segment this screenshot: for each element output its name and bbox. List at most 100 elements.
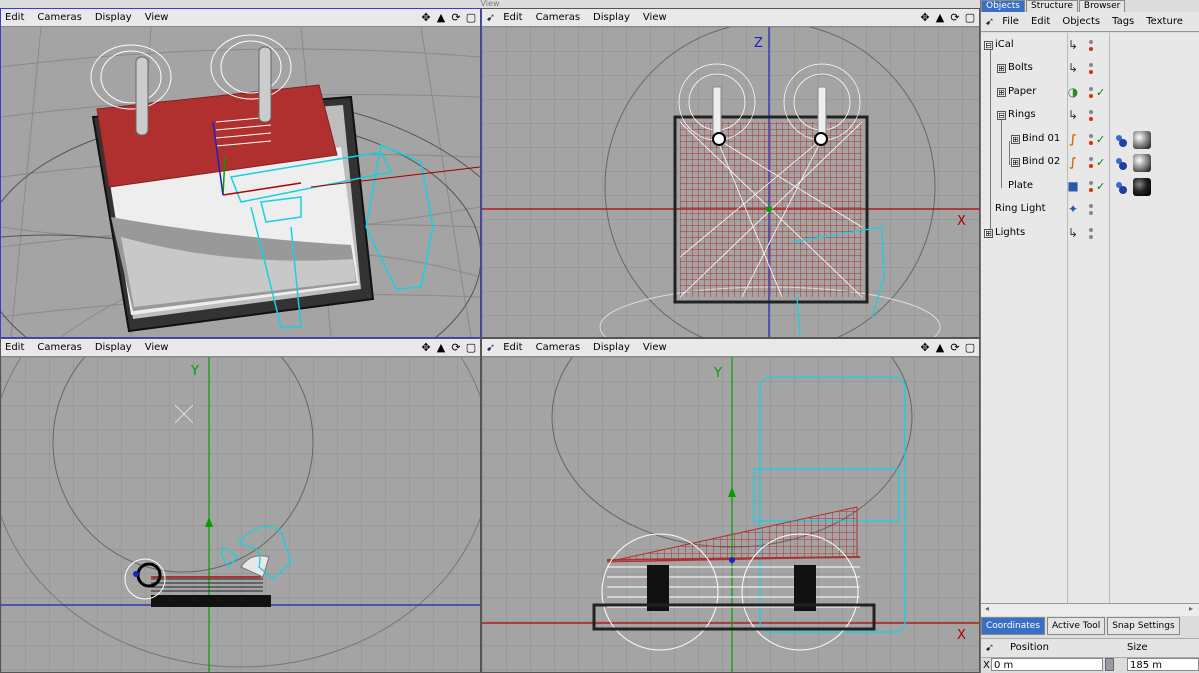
object-row-paper[interactable]: ⊞ Paper ◑ ✓ [981,82,1199,105]
menu-display[interactable]: Display [95,12,132,23]
object-row-rings[interactable]: ⊟ Rings ↳ [981,105,1199,128]
object-name[interactable]: iCal [995,39,1014,50]
collapse-icon[interactable]: ⊟ [997,111,1006,120]
top-canvas[interactable]: Y X [482,357,979,672]
viewport-front[interactable]: ➹ Edit Cameras Display View ✥ ▲ ⟳ ▢ Z X [481,8,980,338]
rotate-view-icon[interactable]: ⟳ [450,340,462,355]
move-view-icon[interactable]: ✥ [919,340,931,355]
object-name[interactable]: Rings [1008,109,1036,120]
tab-active-tool[interactable]: Active Tool [1047,617,1106,635]
menu-objects[interactable]: Objects [1062,16,1100,27]
bend-deformer-icon: ∫ [1069,132,1077,146]
object-row-bind-01[interactable]: ⊞ Bind 01 ∫ ✓ [981,129,1199,152]
menu-tags[interactable]: Tags [1112,16,1134,27]
expand-icon[interactable]: ⊞ [1011,135,1020,144]
enabled-check-icon[interactable]: ✓ [1096,133,1105,146]
front-canvas[interactable]: Z X [482,27,979,337]
rotate-view-icon[interactable]: ⟳ [450,10,462,25]
object-list[interactable]: ⊟ iCal ↳ ⊞ Bolts ↳ ⊞ Paper ◑ ✓ ⊟ Rings ↳… [981,33,1199,603]
object-row-plate[interactable]: Plate ■ ✓ [981,176,1199,199]
scroll-right-icon[interactable]: ▸ [1189,604,1193,613]
enabled-check-icon[interactable]: ✓ [1096,86,1105,99]
menu-cameras[interactable]: Cameras [37,12,81,23]
object-name[interactable]: Ring Light [995,203,1046,214]
object-name[interactable]: Bind 01 [1022,133,1060,144]
pin-icon[interactable]: ➹ [486,341,495,354]
maximize-view-icon[interactable]: ▢ [465,10,477,25]
viewport-perspective[interactable]: Edit Cameras Display View ✥ ▲ ⟳ ▢ [0,8,481,338]
pin-icon[interactable]: ➹ [985,641,994,654]
menu-edit[interactable]: Edit [503,342,522,353]
menu-file[interactable]: File [1002,16,1019,27]
expand-icon[interactable]: ⊞ [997,88,1006,97]
pin-icon[interactable]: ➹ [985,15,994,28]
maximize-view-icon[interactable]: ▢ [964,10,976,25]
viewport-top[interactable]: ➹ Edit Cameras Display View ✥ ▲ ⟳ ▢ Y X [481,338,980,673]
front-z-axis-label: Z [754,36,763,51]
rotate-view-icon[interactable]: ⟳ [949,10,961,25]
material-tag-icon[interactable] [1133,178,1151,196]
object-row-ical[interactable]: ⊟ iCal ↳ [981,35,1199,58]
size-x-field[interactable]: 185 m [1127,658,1199,671]
tab-browser[interactable]: Browser [1078,0,1126,12]
menu-display[interactable]: Display [593,12,630,23]
pin-icon[interactable]: ➹ [486,11,495,24]
position-x-field[interactable]: 0 m [991,658,1103,671]
maximize-view-icon[interactable]: ▢ [465,340,477,355]
texture-tag-icon[interactable] [1113,132,1129,148]
tab-objects[interactable]: Objects [981,0,1026,12]
perspective-canvas[interactable] [1,27,480,337]
menu-edit[interactable]: Edit [5,342,24,353]
collapse-icon[interactable]: ⊟ [984,41,993,50]
object-row-ring-light[interactable]: Ring Light ✦ [981,199,1199,222]
zoom-view-icon[interactable]: ▲ [435,10,447,25]
expand-icon[interactable]: ⊞ [984,229,993,238]
menu-display[interactable]: Display [95,342,132,353]
expand-icon[interactable]: ⊞ [997,64,1006,73]
object-manager-panel: Objects Structure Browser ➹ File Edit Ob… [980,0,1199,673]
menu-cameras[interactable]: Cameras [536,342,580,353]
material-tag-icon[interactable] [1133,154,1151,172]
texture-tag-icon[interactable] [1113,179,1129,195]
scroll-left-icon[interactable]: ◂ [985,604,989,613]
position-x-stepper[interactable] [1105,658,1114,671]
menu-cameras[interactable]: Cameras [536,12,580,23]
object-name[interactable]: Paper [1008,86,1036,97]
enabled-check-icon[interactable]: ✓ [1096,180,1105,193]
enabled-check-icon[interactable]: ✓ [1096,156,1105,169]
menu-edit[interactable]: Edit [503,12,522,23]
menu-view[interactable]: View [643,12,667,23]
zoom-view-icon[interactable]: ▲ [435,340,447,355]
menu-view[interactable]: View [643,342,667,353]
move-view-icon[interactable]: ✥ [420,340,432,355]
tab-snap-settings[interactable]: Snap Settings [1107,617,1180,635]
zoom-view-icon[interactable]: ▲ [934,340,946,355]
viewport-side[interactable]: Edit Cameras Display View ✥ ▲ ⟳ ▢ Y [0,338,481,673]
menu-edit[interactable]: Edit [1031,16,1050,27]
rotate-view-icon[interactable]: ⟳ [949,340,961,355]
zoom-view-icon[interactable]: ▲ [934,10,946,25]
move-view-icon[interactable]: ✥ [919,10,931,25]
material-tag-icon[interactable] [1133,131,1151,149]
object-name[interactable]: Plate [1008,180,1033,191]
texture-tag-icon[interactable] [1113,155,1129,171]
object-row-bolts[interactable]: ⊞ Bolts ↳ [981,58,1199,81]
object-row-bind-02[interactable]: ⊞ Bind 02 ∫ ✓ [981,152,1199,175]
object-name[interactable]: Bind 02 [1022,156,1060,167]
menu-view[interactable]: View [145,342,169,353]
menu-texture[interactable]: Texture [1146,16,1183,27]
menu-display[interactable]: Display [593,342,630,353]
side-canvas[interactable]: Y [1,357,480,672]
menu-cameras[interactable]: Cameras [37,342,81,353]
object-row-lights[interactable]: ⊞ Lights ↳ [981,223,1199,246]
object-list-scrollbar[interactable]: ◂ ▸ [981,603,1199,616]
menu-view[interactable]: View [145,12,169,23]
move-view-icon[interactable]: ✥ [420,10,432,25]
maximize-view-icon[interactable]: ▢ [964,340,976,355]
menu-edit[interactable]: Edit [5,12,24,23]
object-name[interactable]: Lights [995,227,1025,238]
tab-structure[interactable]: Structure [1026,0,1078,12]
object-name[interactable]: Bolts [1008,62,1033,73]
tab-coordinates[interactable]: Coordinates [981,617,1046,635]
expand-icon[interactable]: ⊞ [1011,158,1020,167]
